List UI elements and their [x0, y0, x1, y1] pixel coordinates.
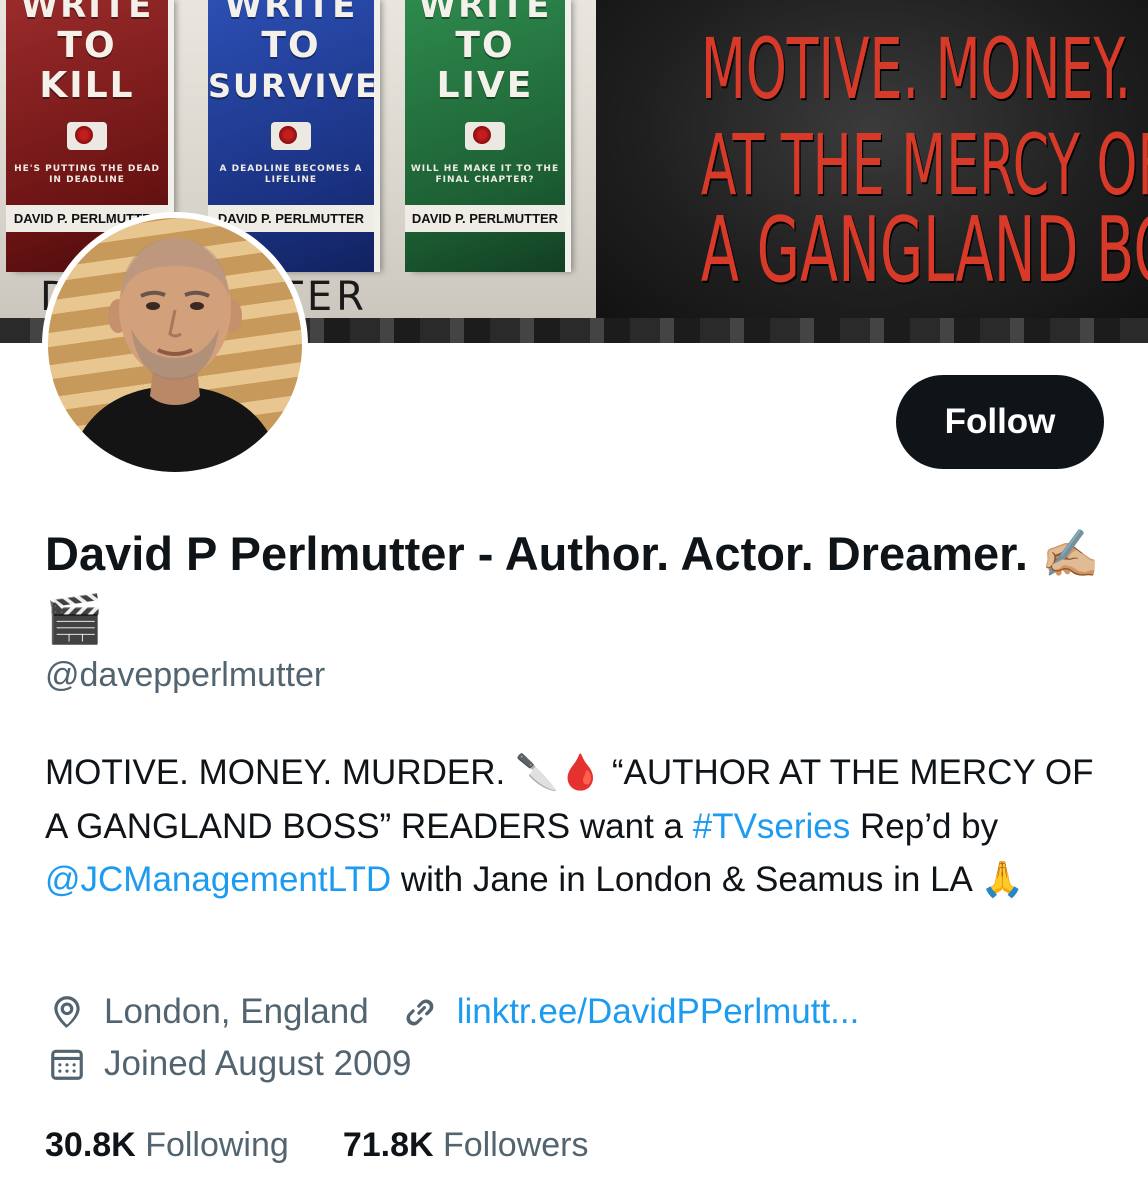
- book-tagline: HE'S PUTTING THE DEAD IN DEADLINE: [14, 164, 160, 185]
- banner-slogan-panel: MOTIVE. MONEY. MURDER. AT THE MERCY OF A…: [596, 0, 1148, 318]
- profile-display-name: David P Perlmutter - Author. Actor. Drea…: [45, 522, 1105, 652]
- location-pin-icon: [54, 996, 80, 1028]
- book-cover-write-to-live: WRITE TO LIVE WILL HE MAKE IT TO THE FIN…: [405, 0, 565, 272]
- blood-note-icon: [271, 122, 311, 150]
- bio-text: Rep’d by: [850, 807, 999, 846]
- profile-bio: MOTIVE. MONEY. MURDER. 🔪🩸 “AUTHOR AT THE…: [45, 746, 1120, 907]
- book-title-line: SURVIVE: [208, 67, 374, 105]
- book-title-line: TO: [57, 25, 117, 66]
- display-name-text: David P Perlmutter - Author. Actor. Drea…: [45, 527, 1028, 580]
- link-icon: [406, 999, 434, 1026]
- following-label: Following: [145, 1126, 289, 1164]
- book-title-line: TO: [455, 25, 515, 66]
- bio-text: with Jane in London & Seamus in LA: [391, 860, 981, 899]
- book-title-line: WRITE: [20, 0, 154, 26]
- bio-text: MOTIVE. MONEY. MURDER.: [45, 753, 515, 792]
- profile-avatar[interactable]: [42, 212, 308, 478]
- book-author: DAVID P. PERLMUTTER: [405, 205, 565, 232]
- banner-slogan-line: MOTIVE. MONEY. MURDER.: [700, 20, 1148, 118]
- location-item: London, England: [48, 992, 369, 1032]
- avatar-photo: [48, 218, 302, 472]
- calendar-icon: [51, 1049, 83, 1080]
- mention-link[interactable]: @JCManagementLTD: [45, 860, 391, 899]
- book-title-line: WRITE: [418, 0, 552, 26]
- banner-slogan-line: A GANGLAND BOSS: [700, 198, 1148, 303]
- followers-count: 71.8K: [342, 1126, 434, 1164]
- location-text: London, England: [104, 992, 369, 1031]
- blood-note-icon: [465, 122, 505, 150]
- joined-item: Joined August 2009: [48, 1044, 411, 1084]
- book-title-line: WRITE: [224, 0, 358, 26]
- following-count: 30.8K: [45, 1126, 136, 1164]
- folded-hands-icon: 🙏: [980, 860, 1025, 900]
- book-tagline: WILL HE MAKE IT TO THE FINAL CHAPTER?: [410, 164, 560, 185]
- follow-button[interactable]: Follow: [896, 375, 1104, 469]
- blood-note-icon: [67, 122, 107, 150]
- knife-drop-of-blood-icon: 🔪🩸: [514, 753, 603, 793]
- followers-stat[interactable]: 71.8K Followers: [343, 1126, 589, 1165]
- profile-meta-row: London, England linktr.ee/DavidPPerlmutt…: [48, 990, 891, 1034]
- following-stat[interactable]: 30.8K Following: [45, 1126, 289, 1165]
- joined-text: Joined August 2009: [104, 1044, 412, 1083]
- book-title-line: KILL: [39, 65, 135, 106]
- followers-label: Followers: [443, 1126, 589, 1164]
- profile-handle: @davepperlmutter: [45, 656, 326, 694]
- book-title-line: TO: [261, 25, 321, 66]
- book-tagline: A DEADLINE BECOMES A LIFELINE: [219, 164, 363, 185]
- website-item[interactable]: linktr.ee/DavidPPerlmutt...: [401, 992, 860, 1032]
- profile-meta-row: Joined August 2009: [48, 1042, 443, 1086]
- book-title-line: LIVE: [436, 65, 534, 106]
- website-link[interactable]: linktr.ee/DavidPPerlmutt...: [457, 992, 860, 1032]
- hashtag-link[interactable]: #TVseries: [693, 807, 851, 846]
- profile-stats: 30.8K Following 71.8K Followers: [45, 1126, 642, 1165]
